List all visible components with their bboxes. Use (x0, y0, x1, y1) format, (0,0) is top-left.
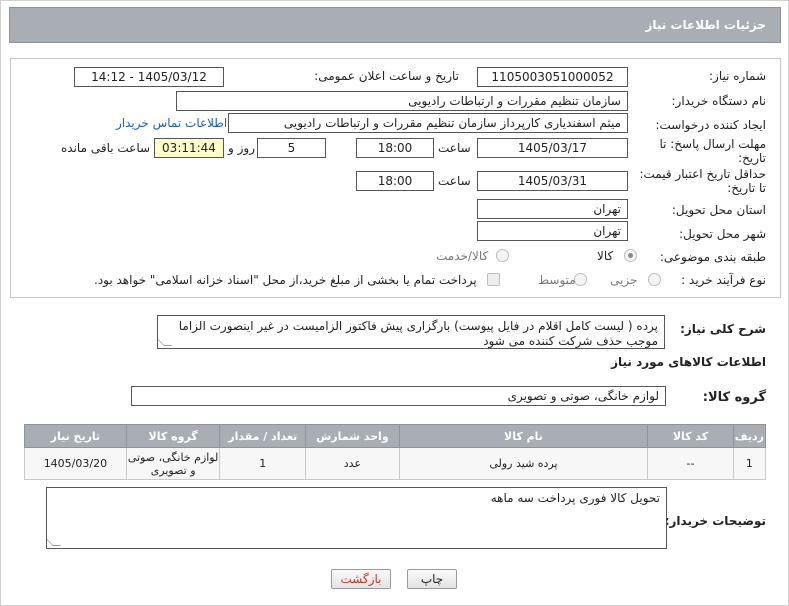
col-row: ردیف (732, 424, 767, 448)
table-row: 1 -- پرده شید رولی عدد 1 لوازم خانگی، صو… (24, 447, 767, 480)
col-qty: تعداد / مقدار (219, 424, 307, 448)
deadline-time-field: 18:00 (356, 138, 434, 158)
buyer-notes-textarea[interactable]: تحویل کالا فوری پرداخت سه ماهه (46, 487, 667, 549)
cell-qty: 1 (219, 447, 307, 480)
announce-datetime-field: 1405/03/12 - 14:12 (74, 67, 224, 87)
goods-section-title: اطلاعات کالاهای مورد نیاز (611, 355, 766, 369)
city-field: تهران (477, 221, 628, 241)
summary-text: پرده ( لیست کامل اقلام در فایل پیوست) با… (178, 319, 658, 348)
process-radio-partial[interactable] (648, 273, 661, 286)
col-date: تاریخ نیاز (24, 424, 127, 448)
goods-table: ردیف کد کالا نام کالا واحد شمارش تعداد /… (24, 424, 767, 480)
buyer-notes-text: تحویل کالا فوری پرداخت سه ماهه (490, 491, 660, 505)
deadline-label-line1: مهلت ارسال پاسخ: تا (659, 137, 766, 151)
city-label: شهر محل تحویل: (679, 227, 766, 241)
province-label: استان محل تحویل: (671, 203, 766, 217)
remaining-time-label: ساعت باقی مانده (61, 141, 151, 155)
need-number-field: 1105003051000052 (477, 67, 628, 87)
back-button[interactable]: بازگشت (331, 569, 391, 589)
cell-unit: عدد (305, 447, 400, 480)
buyer-org-label: نام دستگاه خریدار: (671, 94, 767, 108)
cell-date: 1405/03/20 (24, 447, 127, 480)
col-code: کد کالا (647, 424, 734, 448)
col-unit: واحد شمارش (305, 424, 400, 448)
validity-date-field: 1405/03/31 (477, 171, 628, 191)
cell-group: لوازم خانگی، صوتی و تصویری (125, 447, 221, 480)
resize-grip-icon (47, 538, 61, 546)
category-option-goods: کالا (597, 249, 614, 263)
summary-label: شرح کلی نیاز: (680, 322, 766, 336)
buyer-notes-label: توضیحات خریدار: (664, 514, 766, 528)
category-radio-goods-service[interactable] (496, 249, 509, 262)
category-radio-goods[interactable] (624, 249, 637, 262)
validity-time-field: 18:00 (356, 171, 434, 191)
goods-group-label: گروه کالا: (702, 390, 766, 405)
treasury-payment-note: پرداخت تمام یا بخشی از مبلغ خرید،از محل … (94, 273, 477, 287)
deadline-time-label: ساعت (438, 141, 471, 155)
goods-group-field: لوازم خانگی، صوتی و تصویری (131, 386, 666, 406)
summary-textarea[interactable]: پرده ( لیست کامل اقلام در فایل پیوست) با… (157, 315, 665, 349)
deadline-label-line2: تاریخ: (738, 151, 766, 165)
validity-label-line2: تا تاریخ: (727, 181, 766, 195)
print-button[interactable]: چاپ (407, 569, 457, 589)
process-type-label: نوع فرآیند خرید : (681, 273, 766, 287)
days-label: روز و (228, 141, 255, 155)
cell-code: -- (647, 447, 734, 480)
category-label: طبقه بندی موضوعی: (659, 250, 766, 264)
announce-datetime-label: تاریخ و ساعت اعلان عمومی: (314, 69, 459, 83)
validity-time-label: ساعت (438, 174, 471, 188)
creator-label: ایجاد کننده درخواست: (655, 118, 766, 132)
process-option-medium: متوسط (538, 273, 576, 287)
remaining-time-field: 03:11:44 (154, 138, 224, 158)
buyer-org-field: سازمان تنظیم مقررات و ارتباطات رادیویی (176, 91, 628, 111)
province-field: تهران (477, 199, 628, 219)
treasury-payment-checkbox[interactable] (487, 273, 500, 286)
col-name: نام کالا (398, 424, 649, 448)
buyer-contact-link[interactable]: اطلاعات تماس خریدار (116, 116, 227, 130)
validity-label-line1: حداقل تاریخ اعتبار قیمت: (639, 167, 766, 181)
cell-name: پرده شید رولی (398, 447, 649, 480)
deadline-date-field: 1405/03/17 (477, 138, 628, 158)
page-title: جزئیات اطلاعات نیاز (645, 18, 766, 32)
days-remaining-field: 5 (257, 138, 326, 158)
cell-row: 1 (732, 447, 767, 480)
creator-field: میثم اسفندیاری کارپرداز سازمان تنظیم مقر… (228, 113, 628, 133)
need-number-label: شماره نیاز: (709, 69, 766, 83)
process-option-partial: جزیی (610, 273, 638, 287)
category-option-goods-service: کالا/خدمت (436, 249, 489, 263)
header-bar: جزئیات اطلاعات نیاز (9, 7, 781, 43)
goods-table-header: ردیف کد کالا نام کالا واحد شمارش تعداد /… (24, 424, 767, 448)
resize-grip-icon (158, 338, 172, 346)
col-group: گروه کالا (125, 424, 221, 448)
